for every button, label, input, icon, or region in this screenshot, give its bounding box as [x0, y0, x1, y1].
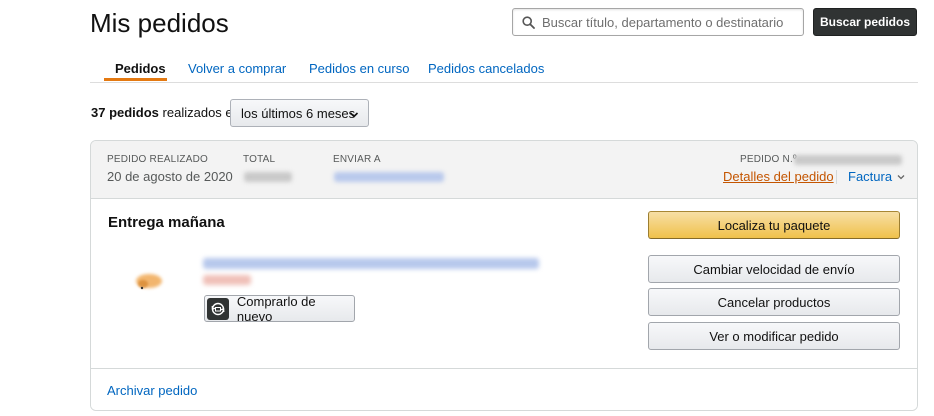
search-orders-button[interactable]: Buscar pedidos — [813, 8, 917, 36]
cancel-items-button[interactable]: Cancelar productos — [648, 288, 900, 316]
product-thumbnail[interactable] — [131, 267, 169, 295]
orders-count: 37 pedidos — [91, 105, 159, 120]
tab-open-orders[interactable]: Pedidos en curso — [309, 61, 409, 76]
order-header: PEDIDO REALIZADO 20 de agosto de 2020 TO… — [91, 141, 917, 199]
order-number-redacted — [794, 155, 902, 165]
buy-again-icon — [207, 297, 229, 320]
orders-summary: 37 pedidos realizados en — [91, 105, 240, 120]
order-tabs: Pedidos Volver a comprar Pedidos en curs… — [90, 56, 918, 83]
order-placed-label: PEDIDO REALIZADO — [107, 154, 208, 165]
delivery-status: Entrega mañana — [108, 214, 225, 231]
orders-summary-suffix: realizados en — [162, 105, 240, 120]
tab-cancelled-orders[interactable]: Pedidos cancelados — [428, 61, 544, 76]
order-details-link[interactable]: Detalles del pedido — [723, 169, 834, 184]
view-modify-order-button[interactable]: Ver o modificar pedido — [648, 322, 900, 350]
order-card-footer: Archivar pedido — [91, 368, 917, 410]
archive-order-link[interactable]: Archivar pedido — [107, 383, 197, 398]
search-box[interactable] — [512, 8, 804, 36]
track-package-button[interactable]: Localiza tu paquete — [648, 211, 900, 239]
order-placed-date: 20 de agosto de 2020 — [107, 169, 233, 184]
ship-to-redacted[interactable] — [334, 172, 444, 182]
ship-to-label: ENVIAR A — [333, 154, 381, 165]
invoice-link-label: Factura — [848, 169, 893, 184]
tab-buy-again[interactable]: Volver a comprar — [188, 61, 286, 76]
product-price-redacted — [203, 275, 251, 285]
change-shipping-speed-button[interactable]: Cambiar velocidad de envío — [648, 255, 900, 283]
order-total-label: TOTAL — [243, 154, 276, 165]
search-icon — [516, 9, 540, 35]
active-tab-indicator — [104, 78, 167, 81]
chevron-down-icon — [897, 173, 905, 181]
invoice-link[interactable]: Factura — [848, 169, 905, 184]
order-card: PEDIDO REALIZADO 20 de agosto de 2020 TO… — [90, 140, 918, 411]
chevron-down-icon — [349, 108, 359, 123]
order-total-redacted — [244, 172, 292, 182]
period-select[interactable]: los últimos 6 meses — [230, 99, 369, 127]
page-title: Mis pedidos — [90, 8, 229, 38]
order-number-label: PEDIDO N.º — [740, 154, 797, 165]
buy-again-label: Comprarlo de nuevo — [236, 293, 316, 324]
buy-again-button[interactable]: Comprarlo de nuevo — [204, 293, 355, 324]
search-input[interactable] — [540, 10, 803, 34]
header-divider — [836, 170, 837, 184]
product-title-redacted[interactable] — [203, 258, 539, 269]
tab-orders[interactable]: Pedidos — [115, 61, 166, 76]
period-select-value: los últimos 6 meses — [241, 105, 356, 121]
